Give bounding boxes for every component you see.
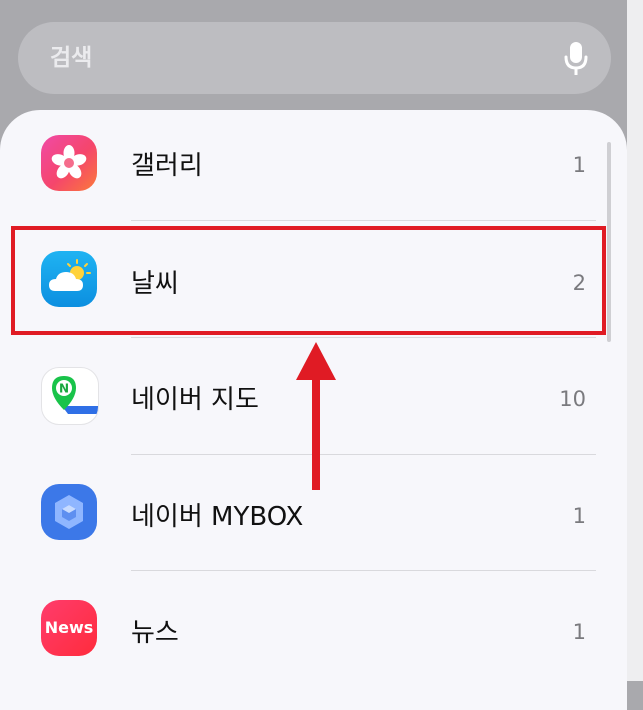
news-icon: News xyxy=(41,600,97,656)
app-count: 1 xyxy=(572,620,586,644)
search-input[interactable]: 검색 xyxy=(50,22,92,94)
list-item-news[interactable]: News 뉴스 1 xyxy=(0,570,627,686)
app-name: 네이버 MYBOX xyxy=(131,502,304,532)
app-name: 네이버 지도 xyxy=(131,385,259,415)
scrollbar[interactable] xyxy=(607,142,611,342)
app-name: 뉴스 xyxy=(131,618,179,648)
app-name: 갤러리 xyxy=(131,151,203,181)
screen-edge xyxy=(627,0,643,681)
up-arrow-icon xyxy=(296,342,336,490)
gallery-icon xyxy=(41,135,97,191)
app-count: 10 xyxy=(559,387,586,411)
app-count: 1 xyxy=(572,153,586,177)
app-count: 2 xyxy=(572,271,586,295)
svg-text:N: N xyxy=(59,382,69,396)
list-item-gallery[interactable]: 갤러리 1 xyxy=(0,110,627,226)
naver-map-icon: N xyxy=(41,367,99,425)
list-item-weather[interactable]: 날씨 2 xyxy=(0,220,627,336)
news-icon-text: News xyxy=(44,618,94,637)
search-bar[interactable]: 검색 xyxy=(18,22,611,94)
microphone-icon[interactable] xyxy=(563,41,589,77)
app-count: 1 xyxy=(572,504,586,528)
app-name: 날씨 xyxy=(131,269,179,299)
weather-icon xyxy=(41,251,97,307)
naver-mybox-icon xyxy=(41,484,97,540)
